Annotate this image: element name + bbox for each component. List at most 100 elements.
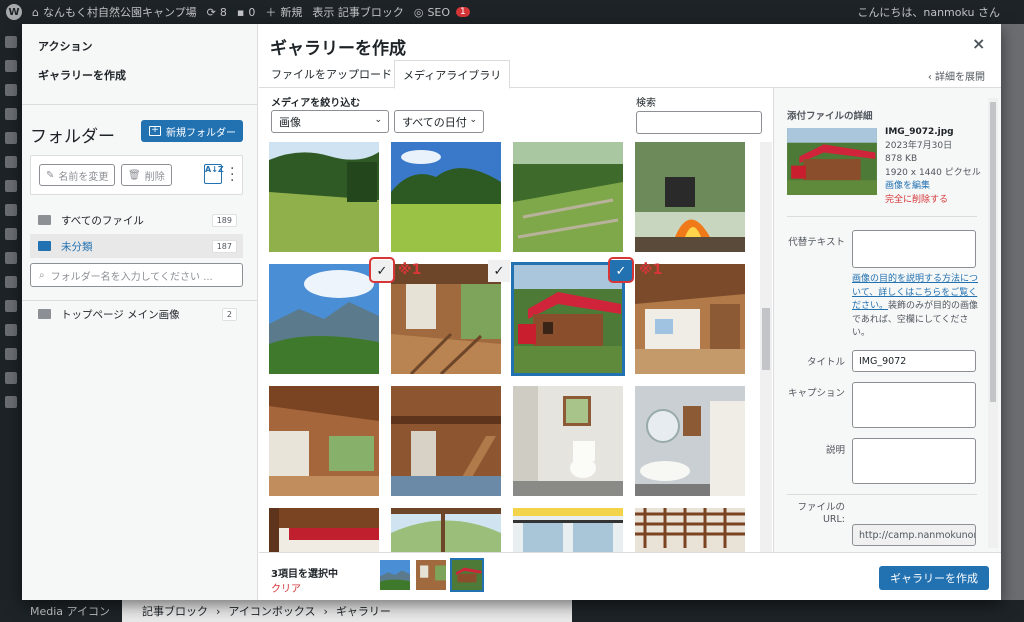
file-size: 878 KB xyxy=(885,154,918,164)
description-field[interactable] xyxy=(852,438,976,484)
attachment-thumbnail[interactable] xyxy=(513,142,623,252)
folder-item-all-files[interactable]: すべてのファイル 189 xyxy=(30,208,243,232)
details-heading: 添付ファイルの詳細 xyxy=(787,111,873,122)
edit-image-link[interactable]: 画像を編集 xyxy=(885,180,981,194)
window-view-trees-image xyxy=(391,508,501,552)
breadcrumb-item[interactable]: アイコンボックス xyxy=(228,603,315,619)
attachment-thumbnail[interactable] xyxy=(269,142,379,252)
attachment-thumbnail[interactable] xyxy=(391,386,501,496)
scrollbar-thumb[interactable] xyxy=(990,102,996,402)
attachment-thumbnail[interactable] xyxy=(635,508,745,552)
site-name-link[interactable]: ⌂ なんもく村自然公園キャンプ場 xyxy=(32,4,197,20)
wordpress-logo-icon[interactable]: W xyxy=(6,4,22,20)
new-folder-button[interactable]: + 新規フォルダー xyxy=(141,120,243,142)
pin-icon[interactable] xyxy=(5,204,17,216)
attachment-thumbnail[interactable] xyxy=(635,264,745,374)
selection-count: 3項目を選択中 xyxy=(271,569,338,580)
delete-permanently-link[interactable]: 完全に削除する xyxy=(885,194,981,208)
alt-text-field[interactable] xyxy=(852,230,976,268)
breadcrumb-item[interactable]: ギャラリー xyxy=(336,603,391,619)
media-icon[interactable] xyxy=(5,84,17,96)
washroom-sink-image xyxy=(635,386,745,496)
folder-item-uncategorized[interactable]: 未分類 187 xyxy=(30,234,243,258)
folder-search-icon: ⌕ xyxy=(39,269,45,281)
edit-icon: ✎ xyxy=(46,169,55,181)
new-content-link[interactable]: ＋新規 xyxy=(265,4,302,20)
comments-icon[interactable] xyxy=(5,132,17,144)
attachment-thumbnail[interactable] xyxy=(513,386,623,496)
attachment-thumbnail[interactable] xyxy=(269,508,379,552)
rename-folder-button[interactable]: ✎ 名前を変更 xyxy=(39,164,116,186)
mountain-view-image xyxy=(269,264,379,374)
tab-upload-files[interactable]: ファイルをアップロード xyxy=(263,60,400,88)
view-post-link[interactable]: 表示 記事ブロック xyxy=(312,4,404,20)
plugins-icon[interactable] xyxy=(5,324,17,336)
folder-search-input[interactable]: ⌕ フォルダー名を入力してください ... xyxy=(30,263,243,287)
selected-mini-thumbnail[interactable] xyxy=(416,560,446,590)
users-icon[interactable] xyxy=(5,348,17,360)
attachment-thumbnail[interactable] xyxy=(635,142,745,252)
sidebar-scrollbar[interactable] xyxy=(988,98,998,548)
title-label: タイトル xyxy=(806,357,845,368)
red-roof-cabin-image xyxy=(513,264,623,374)
appearance-icon[interactable] xyxy=(5,300,17,312)
attachment-thumbnail[interactable] xyxy=(513,508,623,552)
dimensions: 1920 x 1440 ピクセル xyxy=(885,167,981,178)
filter-label: メディアを絞り込む xyxy=(271,98,361,109)
attachment-thumbnail[interactable] xyxy=(635,386,745,496)
red-roof-cabin-image xyxy=(787,128,877,195)
pin-icon[interactable] xyxy=(5,156,17,168)
media-search-input[interactable] xyxy=(636,111,762,134)
pin-icon[interactable] xyxy=(5,252,17,264)
more-options-icon[interactable]: · · · xyxy=(230,162,236,188)
attachment-thumbnail[interactable] xyxy=(269,386,379,496)
folder-item-top-page[interactable]: トップページ メイン画像 2 xyxy=(30,302,243,326)
pages-icon[interactable] xyxy=(5,108,17,120)
media-router: ファイルをアップロード メディアライブラリ ‹ 詳細を展開 xyxy=(259,60,1001,89)
updates-link[interactable]: ⟳ 8 xyxy=(207,6,227,19)
media-modal: アクション ギャラリーを作成 フォルダー + 新規フォルダー ✎ 名前を変更 🗑 削除… xyxy=(22,24,1001,600)
pin-icon[interactable] xyxy=(5,180,17,192)
create-gallery-menu-item[interactable]: ギャラリーを作成 xyxy=(38,67,126,83)
folder-count: 187 xyxy=(211,239,237,253)
attachment-thumbnail[interactable] xyxy=(391,264,501,374)
mail-icon[interactable] xyxy=(5,276,17,288)
media-type-select[interactable]: 画像 ⌄ xyxy=(271,110,389,133)
annotation-highlight xyxy=(608,257,634,283)
clear-selection-link[interactable]: クリア xyxy=(271,580,301,595)
toilet-room-image xyxy=(513,386,623,496)
breadcrumb-item[interactable]: 記事ブロック xyxy=(142,603,208,619)
divider xyxy=(22,300,258,301)
user-greeting[interactable]: こんにちは、nanmoku さん xyxy=(857,4,1000,20)
caption-field[interactable] xyxy=(852,382,976,428)
tab-media-library[interactable]: メディアライブラリ xyxy=(394,60,511,89)
attachment-thumbnail-selected[interactable] xyxy=(511,262,625,376)
title-field[interactable]: IMG_9072 xyxy=(852,350,976,372)
selected-mini-thumbnail-current[interactable] xyxy=(450,558,484,592)
seo-link[interactable]: ◎ SEO 1 xyxy=(414,6,470,19)
file-url-field[interactable]: http://camp.nanmokunor xyxy=(852,524,976,546)
attachment-thumbnail[interactable] xyxy=(269,264,379,374)
comments-link[interactable]: ▪ 0 xyxy=(237,6,255,19)
grid-scrollbar[interactable] xyxy=(760,142,772,552)
settings-icon[interactable] xyxy=(5,396,17,408)
divider xyxy=(22,104,258,105)
divider xyxy=(787,494,977,495)
tools-icon[interactable] xyxy=(5,372,17,384)
create-gallery-button[interactable]: ギャラリーを作成 xyxy=(879,566,989,590)
checkmark-icon[interactable]: ✓ xyxy=(488,260,510,282)
home-icon: ⌂ xyxy=(32,5,39,19)
scrollbar-thumb[interactable] xyxy=(762,308,770,370)
expand-details-link[interactable]: ‹ 詳細を展開 xyxy=(928,68,985,83)
posts-icon[interactable] xyxy=(5,60,17,72)
description-label: 説明 xyxy=(825,445,845,456)
attachment-thumbnail[interactable] xyxy=(391,142,501,252)
close-icon[interactable]: × xyxy=(972,34,985,53)
delete-folder-button[interactable]: 🗑 削除 xyxy=(121,164,172,186)
pin-icon[interactable] xyxy=(5,228,17,240)
selected-mini-thumbnail[interactable] xyxy=(380,560,410,590)
attachment-thumbnail[interactable] xyxy=(391,508,501,552)
sort-az-icon[interactable]: A↓Z xyxy=(204,164,224,184)
dashboard-icon[interactable] xyxy=(5,36,17,48)
date-filter-select[interactable]: すべての日付 ⌄ xyxy=(394,110,484,133)
